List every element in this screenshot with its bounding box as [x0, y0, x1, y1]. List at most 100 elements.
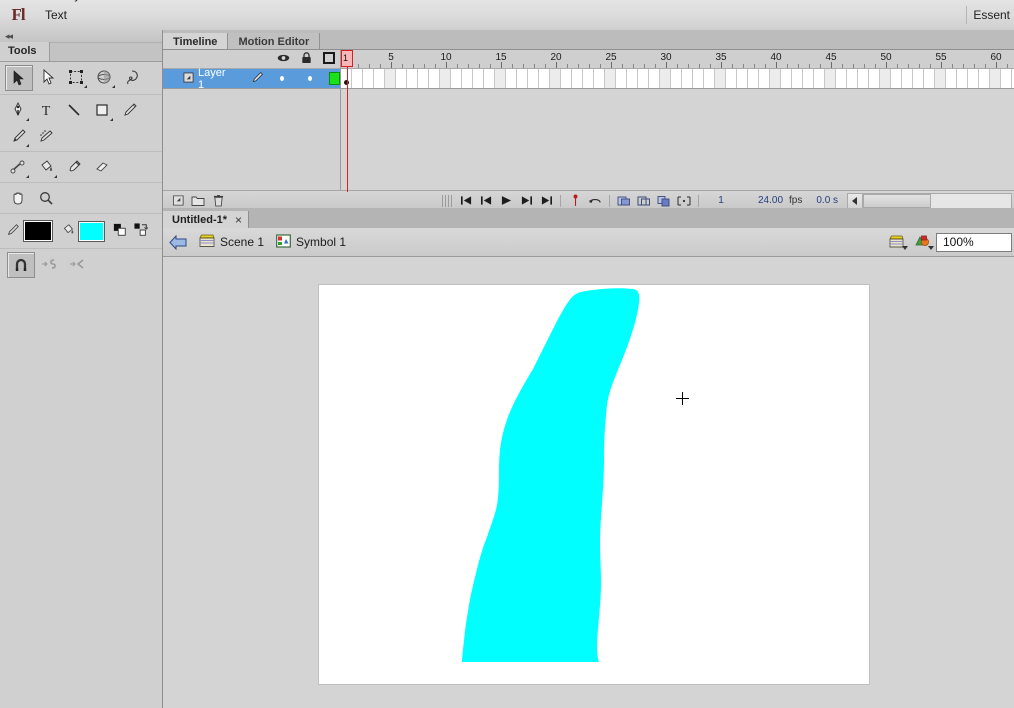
timeline-frame-cell[interactable]	[836, 69, 847, 88]
cyan-brush-shape[interactable]	[462, 288, 640, 662]
timeline-frame-cell[interactable]	[759, 69, 770, 88]
timeline-frame-cell[interactable]	[715, 69, 726, 88]
timeline-frame-cell[interactable]	[770, 69, 781, 88]
breadcrumb-scene-1[interactable]: Scene 1	[193, 230, 270, 254]
timeline-frame-cell[interactable]	[550, 69, 561, 88]
timeline-frame-cell[interactable]	[363, 69, 374, 88]
pen-icon[interactable]	[5, 98, 31, 122]
timeline-frame-cell[interactable]	[968, 69, 979, 88]
timeline-frame-cell[interactable]	[891, 69, 902, 88]
onion-skin-outlines-icon[interactable]	[634, 192, 654, 209]
straighten-icon[interactable]	[65, 252, 91, 276]
trash-delete-icon[interactable]	[208, 192, 228, 209]
timeline-frame-cell[interactable]	[957, 69, 968, 88]
timeline-frame-cell[interactable]	[660, 69, 671, 88]
layer-outline-color-square[interactable]	[328, 72, 340, 85]
step-forward-one-frame-icon[interactable]	[516, 192, 536, 209]
step-back-one-frame-icon[interactable]	[476, 192, 496, 209]
center-frame-icon[interactable]	[565, 192, 585, 209]
current-frame-indicator[interactable]: 1	[703, 195, 739, 206]
timeline-frame-cell[interactable]	[517, 69, 528, 88]
timeline-frame-cell[interactable]	[440, 69, 451, 88]
go-to-last-frame-icon[interactable]	[536, 192, 556, 209]
new-folder-icon[interactable]	[188, 192, 208, 209]
timeline-frame-cell[interactable]	[495, 69, 506, 88]
tab-tools[interactable]: Tools	[0, 42, 50, 61]
close-icon[interactable]: ×	[235, 213, 242, 227]
zoom-level-field[interactable]: 100%	[936, 232, 1012, 252]
layer-lock-dot[interactable]	[307, 76, 312, 81]
tab-motion-editor[interactable]: Motion Editor	[228, 33, 321, 49]
subselection-arrow-icon[interactable]	[35, 65, 61, 89]
timeline-frame-cell[interactable]	[803, 69, 814, 88]
brush-icon[interactable]	[5, 124, 31, 148]
timeline-frame-cell[interactable]	[572, 69, 583, 88]
playhead[interactable]: 1	[341, 50, 353, 192]
loop-playback-icon[interactable]	[585, 192, 605, 209]
timeline-frame-cell[interactable]	[561, 69, 572, 88]
timeline-ruler[interactable]: 1510152025303540455055606570758085	[341, 50, 1014, 69]
timeline-horizontal-scrollbar[interactable]	[847, 192, 1012, 209]
3d-rotation-icon[interactable]	[91, 65, 117, 89]
fill-color-swatch[interactable]	[78, 220, 105, 242]
timeline-frame-cell[interactable]	[605, 69, 616, 88]
timeline-frame-cell[interactable]	[979, 69, 990, 88]
timeline-frame-cell[interactable]	[506, 69, 517, 88]
go-to-first-frame-icon[interactable]	[456, 192, 476, 209]
timeline-frame-cell[interactable]	[869, 69, 880, 88]
onion-skin-icon[interactable]	[614, 192, 634, 209]
timeline-frame-cell[interactable]	[627, 69, 638, 88]
timeline-frame-cell[interactable]	[407, 69, 418, 88]
timeline-frame-cell[interactable]	[352, 69, 363, 88]
timeline-frame-cell[interactable]	[902, 69, 913, 88]
timeline-frame-cell[interactable]	[682, 69, 693, 88]
stroke-color-swatch[interactable]	[23, 220, 53, 242]
timeline-frame-cell[interactable]	[462, 69, 473, 88]
pencil-icon[interactable]	[117, 98, 143, 122]
timeline-frame-cell[interactable]	[693, 69, 704, 88]
timeline-frame-cell[interactable]	[792, 69, 803, 88]
timeline-frame-cell[interactable]	[385, 69, 396, 88]
timeline-frame-cell[interactable]	[1001, 69, 1012, 88]
zoom-magnifier-icon[interactable]	[33, 186, 59, 210]
timeline-frame-cell[interactable]	[737, 69, 748, 88]
stage-canvas[interactable]	[319, 285, 869, 684]
timeline-frame-cell[interactable]	[990, 69, 1001, 88]
bone-icon[interactable]	[5, 155, 31, 179]
timeline-frame-cell[interactable]	[429, 69, 440, 88]
timeline-frame-cell[interactable]	[935, 69, 946, 88]
timeline-frame-cell[interactable]	[781, 69, 792, 88]
layer-visibility-dot[interactable]	[279, 76, 284, 81]
timeline-frame-cell[interactable]	[594, 69, 605, 88]
play-icon[interactable]	[496, 192, 516, 209]
selection-arrow-icon[interactable]	[5, 65, 33, 91]
timeline-layer-row[interactable]: Layer 1	[163, 67, 340, 91]
timeline-frame-cell[interactable]	[583, 69, 594, 88]
timeline-frame-cell[interactable]	[528, 69, 539, 88]
timeline-frame-cell[interactable]	[484, 69, 495, 88]
swap-colors-icon[interactable]	[134, 222, 149, 240]
timeline-frame-strip[interactable]	[341, 69, 1014, 89]
timeline-frame-cell[interactable]	[473, 69, 484, 88]
playhead-frame-number[interactable]: 1	[341, 50, 353, 67]
timeline-frame-cell[interactable]	[880, 69, 891, 88]
timeline-frame-cell[interactable]	[451, 69, 462, 88]
menu-text[interactable]: Text	[36, 5, 115, 25]
timeline-frame-cell[interactable]	[418, 69, 429, 88]
timeline-frame-cell[interactable]	[748, 69, 759, 88]
smooth-icon[interactable]	[37, 252, 63, 276]
eyedropper-icon[interactable]	[61, 155, 87, 179]
timeline-frame-cell[interactable]	[847, 69, 858, 88]
edit-symbols-icon[interactable]	[910, 230, 936, 254]
new-layer-icon[interactable]	[168, 192, 188, 209]
stage-area[interactable]	[163, 257, 1014, 708]
hand-icon[interactable]	[5, 186, 31, 210]
eye-icon[interactable]	[277, 53, 290, 66]
fps-value[interactable]: 24.00	[755, 195, 786, 206]
lasso-icon[interactable]	[119, 65, 145, 89]
snap-to-objects-magnet-icon[interactable]	[7, 252, 35, 278]
timeline-frame-cell[interactable]	[913, 69, 924, 88]
black-and-white-icon[interactable]	[113, 223, 127, 240]
timeline-frame-cell[interactable]	[704, 69, 715, 88]
edit-scene-icon[interactable]	[884, 230, 910, 254]
